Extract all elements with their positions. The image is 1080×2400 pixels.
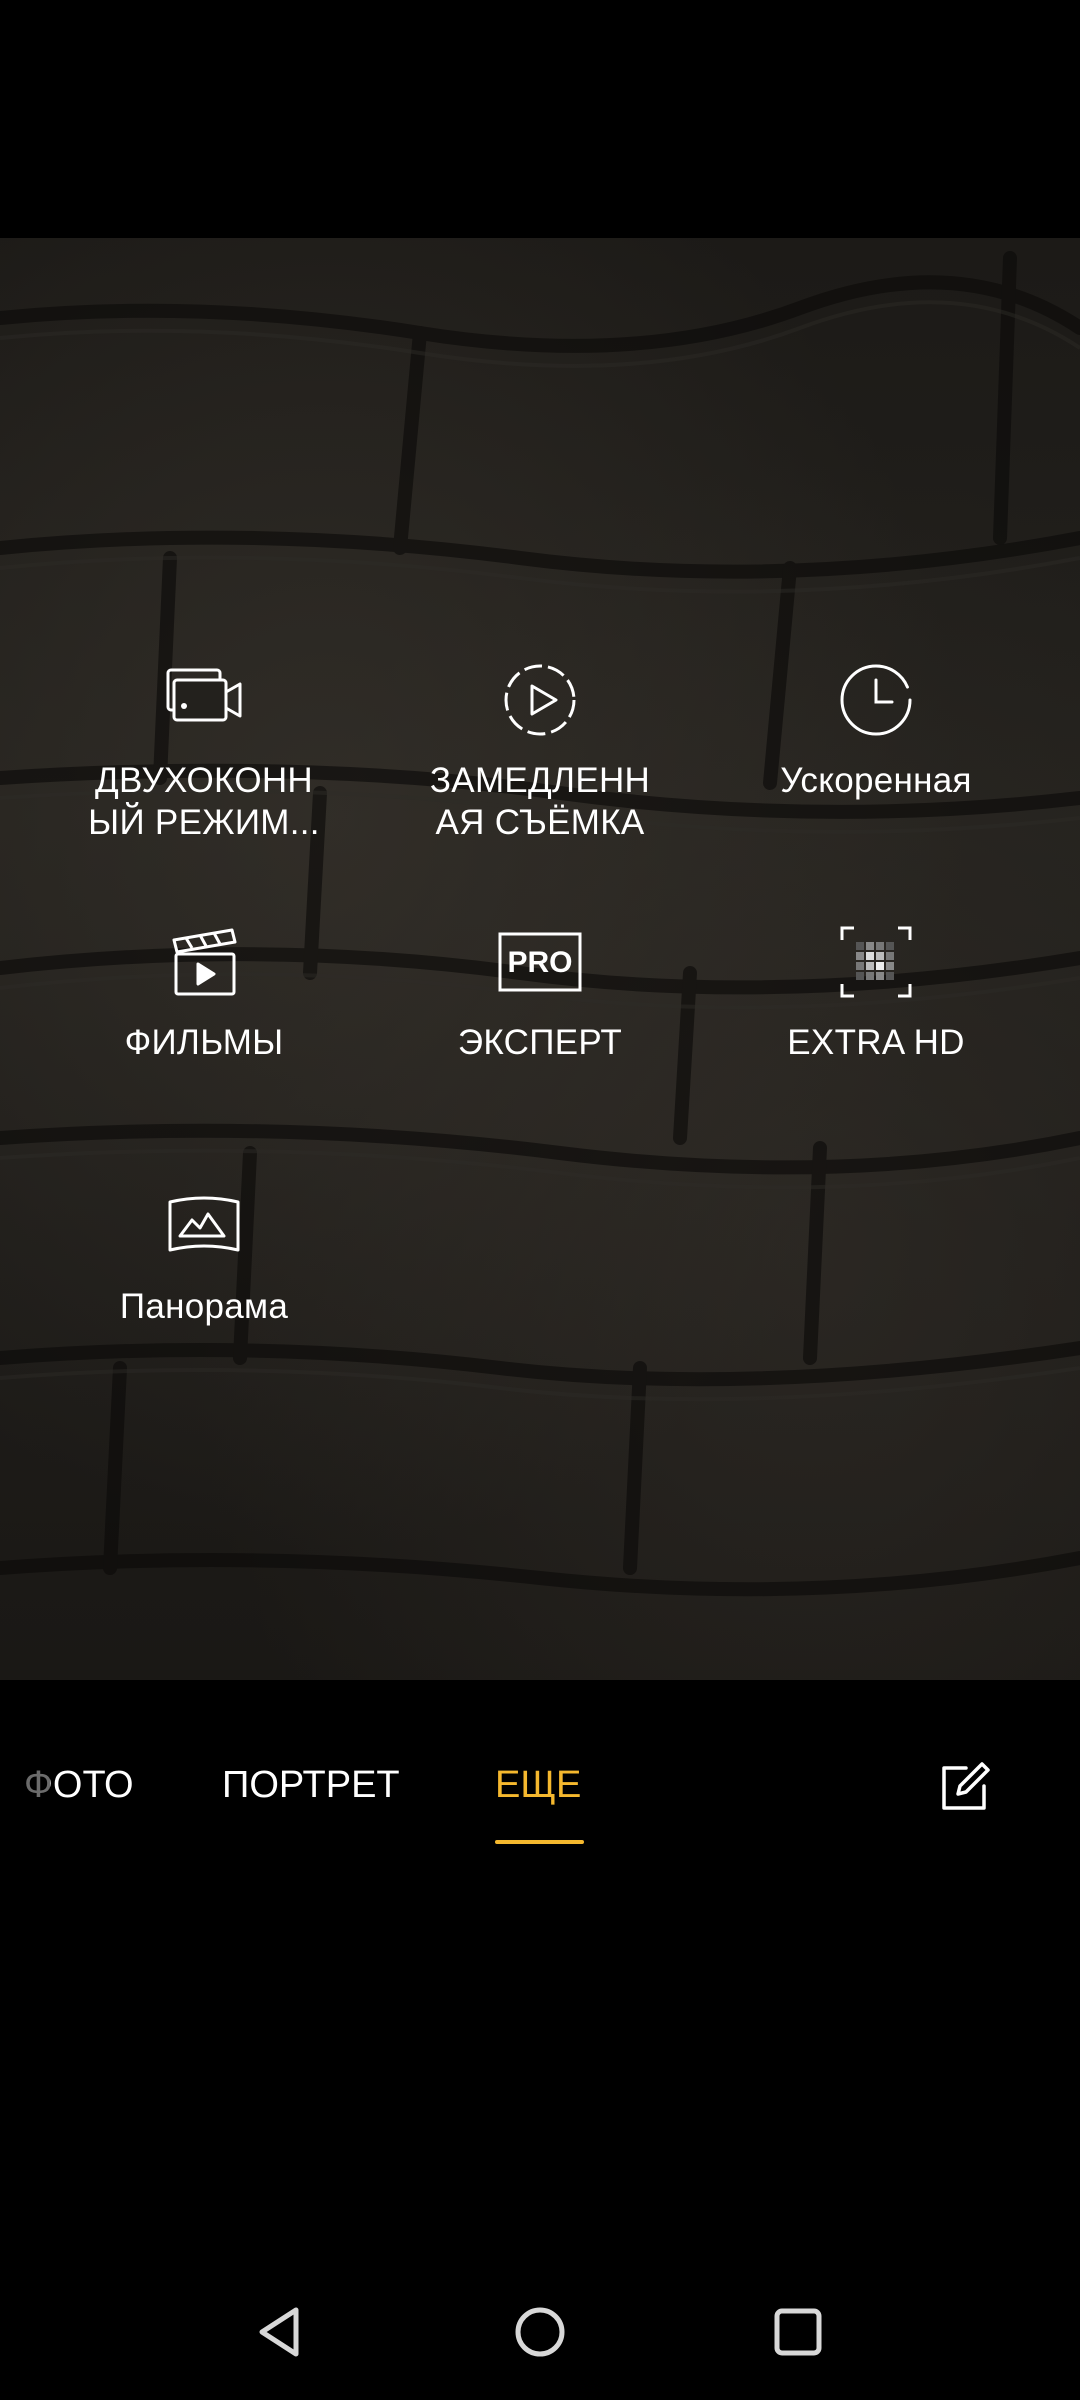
tab-more[interactable]: ЕЩЕ <box>495 1762 581 1808</box>
movie-clapperboard-icon <box>162 920 246 1004</box>
selected-tab-indicator <box>495 1840 584 1844</box>
back-triangle-icon <box>259 2307 299 2357</box>
system-navigation-bar <box>0 2282 1080 2382</box>
mode-label: ФИЛЬМЫ <box>124 1023 284 1062</box>
mode-extra-hd[interactable]: EXTRA HD <box>708 920 1044 1150</box>
home-button[interactable] <box>490 2282 590 2382</box>
tab-photo[interactable]: ФОТО <box>24 1762 134 1808</box>
mode-label: ЭКСПЕРТ <box>457 1023 623 1062</box>
mode-panorama[interactable]: Панорама <box>36 1184 372 1414</box>
edit-square-icon <box>942 1762 990 1810</box>
home-circle-icon <box>515 2307 565 2357</box>
back-button[interactable] <box>232 2282 332 2382</box>
mode-label: ДВУХОКОНН ЫЙ РЕЖИМ... <box>88 761 320 842</box>
recents-button[interactable] <box>748 2282 848 2382</box>
tab-portrait[interactable]: ПОРТРЕТ <box>222 1762 400 1808</box>
pro-icon-text: PRO <box>507 946 572 979</box>
extra-hd-icon <box>834 920 918 1004</box>
mode-movies[interactable]: ФИЛЬМЫ <box>36 920 372 1150</box>
mode-label: ЗАМЕДЛЕНН АЯ СЪЁМКА <box>429 761 651 842</box>
time-lapse-icon <box>834 658 918 742</box>
recents-square-icon <box>774 2308 822 2356</box>
slow-motion-icon <box>498 658 582 742</box>
mode-slow-motion[interactable]: ЗАМЕДЛЕНН АЯ СЪЁМКА <box>372 658 708 888</box>
mode-label: EXTRA HD <box>787 1023 965 1062</box>
camera-mode-grid: ДВУХОКОНН ЫЙ РЕЖИМ... ЗАМЕДЛЕНН АЯ СЪЁМК… <box>0 238 1080 1680</box>
dual-view-video-icon <box>162 658 246 742</box>
mode-label: Ускоренная <box>780 761 972 800</box>
mode-time-lapse[interactable]: Ускоренная <box>708 658 1044 888</box>
mode-label: Панорама <box>119 1287 289 1326</box>
top-black-bar <box>0 0 1080 238</box>
mode-expert[interactable]: PRO ЭКСПЕРТ <box>372 920 708 1150</box>
mode-dual-view[interactable]: ДВУХОКОНН ЫЙ РЕЖИМ... <box>36 658 372 888</box>
edit-modes-button[interactable] <box>936 1760 992 1816</box>
pro-mode-icon: PRO <box>498 920 582 1004</box>
panorama-icon <box>162 1184 246 1268</box>
camera-viewfinder[interactable]: ДВУХОКОНН ЫЙ РЕЖИМ... ЗАМЕДЛЕНН АЯ СЪЁМК… <box>0 238 1080 1680</box>
